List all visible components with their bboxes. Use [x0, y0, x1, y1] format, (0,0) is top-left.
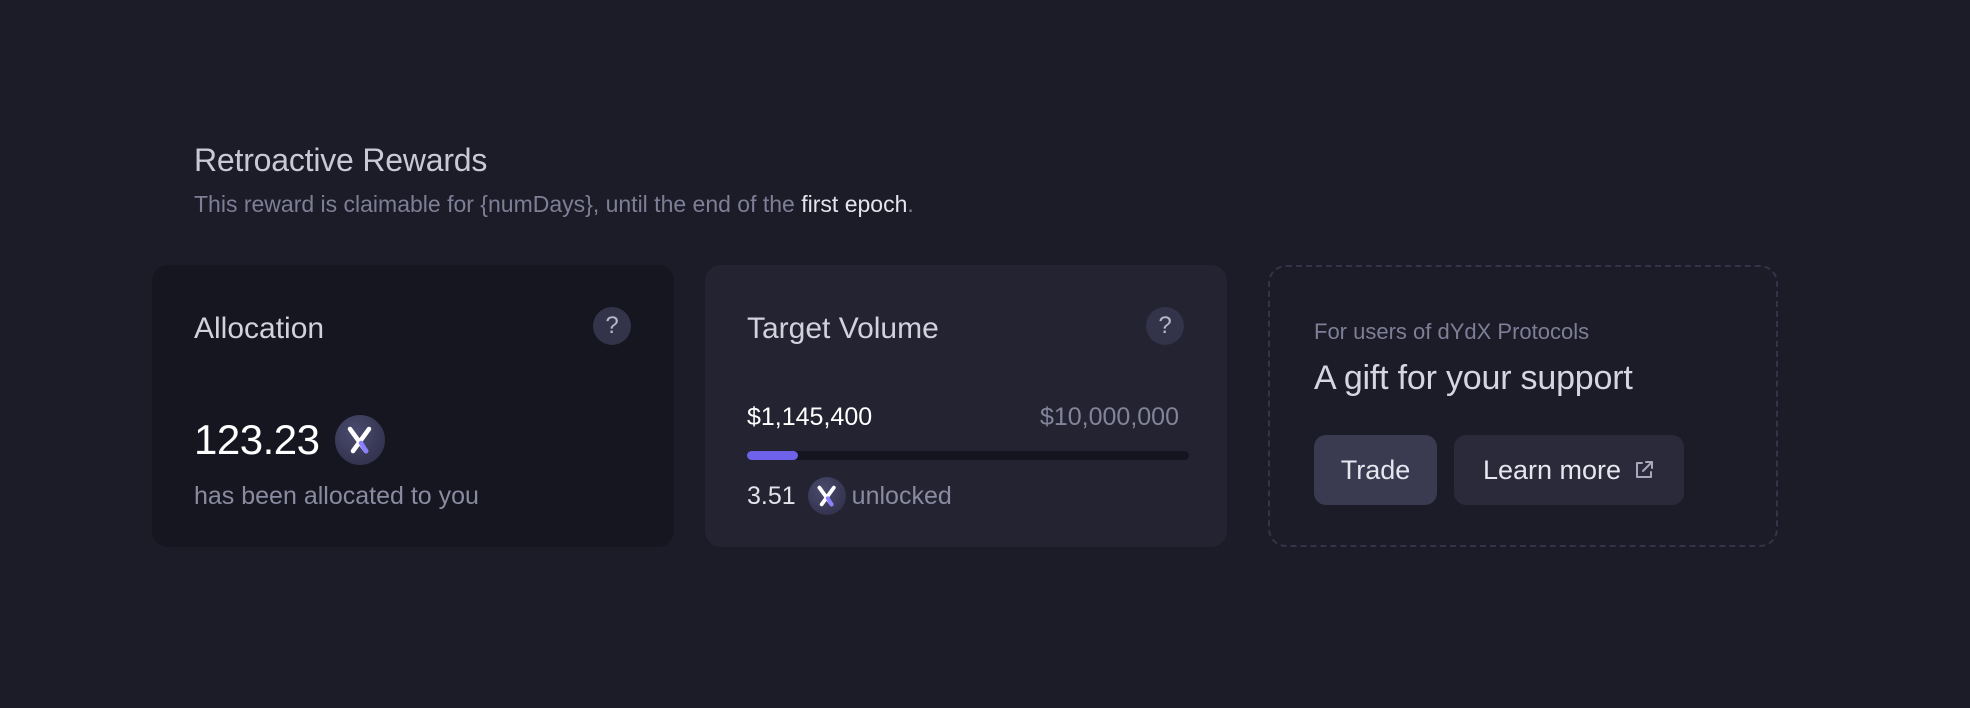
unlocked-row: 3.51 unlocked [747, 477, 952, 515]
gift-title: A gift for your support [1314, 359, 1633, 397]
allocation-amount: 123.23 [194, 415, 386, 465]
target-volume-title: Target Volume [747, 312, 939, 345]
page-title: Retroactive Rewards [194, 142, 488, 178]
dydx-token-icon [335, 415, 386, 465]
trade-button-label: Trade [1340, 454, 1411, 485]
gift-kicker: For users of dYdX Protocols [1314, 319, 1590, 344]
subtitle-text: This reward is claimable for {numDays}, … [194, 191, 802, 217]
external-link-icon [1636, 461, 1654, 478]
subtitle-highlight: first epoch [801, 191, 908, 217]
trade-button[interactable]: Trade [1314, 435, 1437, 505]
target-volume-value: $10,000,000 [1039, 403, 1179, 431]
current-volume: $1,145,400 [747, 403, 873, 431]
volume-progress-fill [747, 451, 798, 460]
rewards-header: Retroactive Rewards This reward is claim… [194, 142, 914, 218]
allocation-help-icon[interactable]: ? [593, 307, 631, 345]
volume-progress-bar [747, 451, 1189, 460]
subtitle-end: . [907, 191, 914, 217]
allocation-title: Allocation [194, 312, 325, 345]
learn-more-label: Learn more [1482, 454, 1622, 485]
allocation-card: Allocation ? 123.23 has been allocated t… [152, 265, 674, 547]
page-subtitle: This reward is claimable for {numDays}, … [194, 191, 914, 218]
dydx-token-icon [807, 477, 846, 515]
gift-card: For users of dYdX Protocols A gift for y… [1268, 265, 1778, 547]
allocation-value: 123.23 [194, 416, 320, 463]
unlocked-label: unlocked [851, 481, 952, 510]
unlocked-amount: 3.51 [747, 481, 796, 510]
target-volume-card: Target Volume ? $1,145,400 $10,000,000 3… [705, 265, 1227, 547]
allocation-subtitle: has been allocated to you [194, 482, 479, 510]
target-volume-help-icon[interactable]: ? [1146, 307, 1184, 345]
learn-more-button[interactable]: Learn more [1454, 435, 1684, 505]
volume-values: $1,145,400 $10,000,000 [747, 403, 1179, 432]
